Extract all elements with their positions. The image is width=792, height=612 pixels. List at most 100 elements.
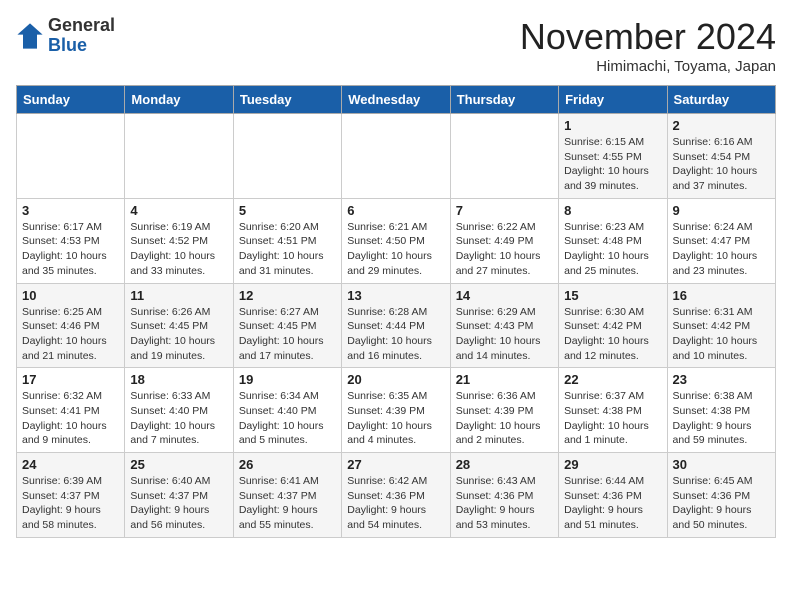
day-number: 9 xyxy=(673,203,770,218)
calendar-cell: 17 Sunrise: 6:32 AM Sunset: 4:41 PM Dayli… xyxy=(17,368,125,453)
day-number: 4 xyxy=(130,203,227,218)
calendar-table: SundayMondayTuesdayWednesdayThursdayFrid… xyxy=(16,85,776,538)
day-number: 27 xyxy=(347,457,444,472)
day-info: Sunrise: 6:44 AM Sunset: 4:36 PM Dayligh… xyxy=(564,475,644,531)
day-number: 16 xyxy=(673,288,770,303)
day-number: 21 xyxy=(456,372,553,387)
calendar-body: 1Sunrise: 6:15 AM Sunset: 4:55 PM Daylig… xyxy=(17,114,776,538)
day-number: 20 xyxy=(347,372,444,387)
calendar-cell: 29 Sunrise: 6:44 AM Sunset: 4:36 PM Dayli… xyxy=(559,453,667,538)
week-row-5: 24 Sunrise: 6:39 AM Sunset: 4:37 PM Dayli… xyxy=(17,453,776,538)
weekday-header-row: SundayMondayTuesdayWednesdayThursdayFrid… xyxy=(17,86,776,114)
calendar-cell: 15Sunrise: 6:30 AM Sunset: 4:42 PM Dayli… xyxy=(559,283,667,368)
calendar-cell: 6 Sunrise: 6:21 AM Sunset: 4:50 PM Daylig… xyxy=(342,198,450,283)
week-row-1: 1Sunrise: 6:15 AM Sunset: 4:55 PM Daylig… xyxy=(17,114,776,199)
day-info: Sunrise: 6:27 AM Sunset: 4:45 PM Dayligh… xyxy=(239,306,324,362)
day-info: Sunrise: 6:38 AM Sunset: 4:38 PM Dayligh… xyxy=(673,390,753,446)
calendar-cell: 13 Sunrise: 6:28 AM Sunset: 4:44 PM Dayli… xyxy=(342,283,450,368)
month-title: November 2024 xyxy=(520,16,776,58)
day-info: Sunrise: 6:32 AM Sunset: 4:41 PM Dayligh… xyxy=(22,390,107,446)
logo: General Blue xyxy=(16,16,115,56)
calendar-cell: 26 Sunrise: 6:41 AM Sunset: 4:37 PM Dayli… xyxy=(233,453,341,538)
weekday-header-monday: Monday xyxy=(125,86,233,114)
day-info: Sunrise: 6:31 AM Sunset: 4:42 PM Dayligh… xyxy=(673,306,758,362)
day-info: Sunrise: 6:39 AM Sunset: 4:37 PM Dayligh… xyxy=(22,475,102,531)
day-info: Sunrise: 6:21 AM Sunset: 4:50 PM Dayligh… xyxy=(347,221,432,277)
calendar-cell: 24 Sunrise: 6:39 AM Sunset: 4:37 PM Dayli… xyxy=(17,453,125,538)
day-number: 6 xyxy=(347,203,444,218)
day-info: Sunrise: 6:36 AM Sunset: 4:39 PM Dayligh… xyxy=(456,390,541,446)
day-number: 17 xyxy=(22,372,119,387)
day-info: Sunrise: 6:34 AM Sunset: 4:40 PM Dayligh… xyxy=(239,390,324,446)
weekday-header-friday: Friday xyxy=(559,86,667,114)
day-info: Sunrise: 6:35 AM Sunset: 4:39 PM Dayligh… xyxy=(347,390,432,446)
page-header: General Blue November 2024 Himimachi, To… xyxy=(16,16,776,75)
calendar-cell: 23 Sunrise: 6:38 AM Sunset: 4:38 PM Dayli… xyxy=(667,368,775,453)
calendar-cell: 16 Sunrise: 6:31 AM Sunset: 4:42 PM Dayli… xyxy=(667,283,775,368)
day-number: 25 xyxy=(130,457,227,472)
calendar-cell: 27 Sunrise: 6:42 AM Sunset: 4:36 PM Dayli… xyxy=(342,453,450,538)
calendar-cell: 28Sunrise: 6:43 AM Sunset: 4:36 PM Dayli… xyxy=(450,453,558,538)
day-number: 18 xyxy=(130,372,227,387)
calendar-cell xyxy=(342,114,450,199)
day-number: 15 xyxy=(564,288,661,303)
day-info: Sunrise: 6:19 AM Sunset: 4:52 PM Dayligh… xyxy=(130,221,215,277)
calendar-cell: 30 Sunrise: 6:45 AM Sunset: 4:36 PM Dayli… xyxy=(667,453,775,538)
calendar-cell: 9 Sunrise: 6:24 AM Sunset: 4:47 PM Daylig… xyxy=(667,198,775,283)
day-number: 29 xyxy=(564,457,661,472)
weekday-header-saturday: Saturday xyxy=(667,86,775,114)
weekday-header-sunday: Sunday xyxy=(17,86,125,114)
calendar-cell: 12 Sunrise: 6:27 AM Sunset: 4:45 PM Dayli… xyxy=(233,283,341,368)
weekday-header-wednesday: Wednesday xyxy=(342,86,450,114)
weekday-header-tuesday: Tuesday xyxy=(233,86,341,114)
day-number: 8 xyxy=(564,203,661,218)
day-info: Sunrise: 6:42 AM Sunset: 4:36 PM Dayligh… xyxy=(347,475,427,531)
calendar-cell: 19 Sunrise: 6:34 AM Sunset: 4:40 PM Dayli… xyxy=(233,368,341,453)
day-info: Sunrise: 6:24 AM Sunset: 4:47 PM Dayligh… xyxy=(673,221,758,277)
calendar-cell: 21 Sunrise: 6:36 AM Sunset: 4:39 PM Dayli… xyxy=(450,368,558,453)
day-number: 13 xyxy=(347,288,444,303)
day-number: 19 xyxy=(239,372,336,387)
calendar-cell: 7 Sunrise: 6:22 AM Sunset: 4:49 PM Daylig… xyxy=(450,198,558,283)
calendar-cell: 18 Sunrise: 6:33 AM Sunset: 4:40 PM Dayli… xyxy=(125,368,233,453)
day-info: Sunrise: 6:22 AM Sunset: 4:49 PM Dayligh… xyxy=(456,221,541,277)
day-info: Sunrise: 6:33 AM Sunset: 4:40 PM Dayligh… xyxy=(130,390,215,446)
day-info: Sunrise: 6:29 AM Sunset: 4:43 PM Dayligh… xyxy=(456,306,541,362)
day-number: 1 xyxy=(564,118,661,133)
day-number: 26 xyxy=(239,457,336,472)
calendar-cell: 3Sunrise: 6:17 AM Sunset: 4:53 PM Daylig… xyxy=(17,198,125,283)
day-info: Sunrise: 6:41 AM Sunset: 4:37 PM Dayligh… xyxy=(239,475,319,531)
day-info: Sunrise: 6:45 AM Sunset: 4:36 PM Dayligh… xyxy=(673,475,753,531)
day-info: Sunrise: 6:40 AM Sunset: 4:37 PM Dayligh… xyxy=(130,475,210,531)
calendar-cell xyxy=(17,114,125,199)
day-info: Sunrise: 6:28 AM Sunset: 4:44 PM Dayligh… xyxy=(347,306,432,362)
week-row-3: 10 Sunrise: 6:25 AM Sunset: 4:46 PM Dayli… xyxy=(17,283,776,368)
week-row-2: 3Sunrise: 6:17 AM Sunset: 4:53 PM Daylig… xyxy=(17,198,776,283)
day-number: 3 xyxy=(22,203,119,218)
day-number: 2 xyxy=(673,118,770,133)
calendar-cell: 25 Sunrise: 6:40 AM Sunset: 4:37 PM Dayli… xyxy=(125,453,233,538)
day-number: 7 xyxy=(456,203,553,218)
day-number: 11 xyxy=(130,288,227,303)
calendar-cell: 8Sunrise: 6:23 AM Sunset: 4:48 PM Daylig… xyxy=(559,198,667,283)
calendar-cell: 10 Sunrise: 6:25 AM Sunset: 4:46 PM Dayli… xyxy=(17,283,125,368)
day-info: Sunrise: 6:25 AM Sunset: 4:46 PM Dayligh… xyxy=(22,306,107,362)
day-number: 30 xyxy=(673,457,770,472)
day-number: 22 xyxy=(564,372,661,387)
day-info: Sunrise: 6:16 AM Sunset: 4:54 PM Dayligh… xyxy=(673,136,758,192)
day-number: 24 xyxy=(22,457,119,472)
day-number: 12 xyxy=(239,288,336,303)
calendar-cell xyxy=(233,114,341,199)
day-number: 10 xyxy=(22,288,119,303)
calendar-cell: 4 Sunrise: 6:19 AM Sunset: 4:52 PM Daylig… xyxy=(125,198,233,283)
day-number: 5 xyxy=(239,203,336,218)
location-subtitle: Himimachi, Toyama, Japan xyxy=(520,58,776,75)
calendar-cell xyxy=(450,114,558,199)
day-info: Sunrise: 6:43 AM Sunset: 4:36 PM Dayligh… xyxy=(456,475,536,531)
calendar-cell: 2 Sunrise: 6:16 AM Sunset: 4:54 PM Daylig… xyxy=(667,114,775,199)
calendar-cell: 22 Sunrise: 6:37 AM Sunset: 4:38 PM Dayli… xyxy=(559,368,667,453)
day-number: 23 xyxy=(673,372,770,387)
day-info: Sunrise: 6:37 AM Sunset: 4:38 PM Dayligh… xyxy=(564,390,649,446)
calendar-cell: 14Sunrise: 6:29 AM Sunset: 4:43 PM Dayli… xyxy=(450,283,558,368)
title-area: November 2024 Himimachi, Toyama, Japan xyxy=(520,16,776,75)
